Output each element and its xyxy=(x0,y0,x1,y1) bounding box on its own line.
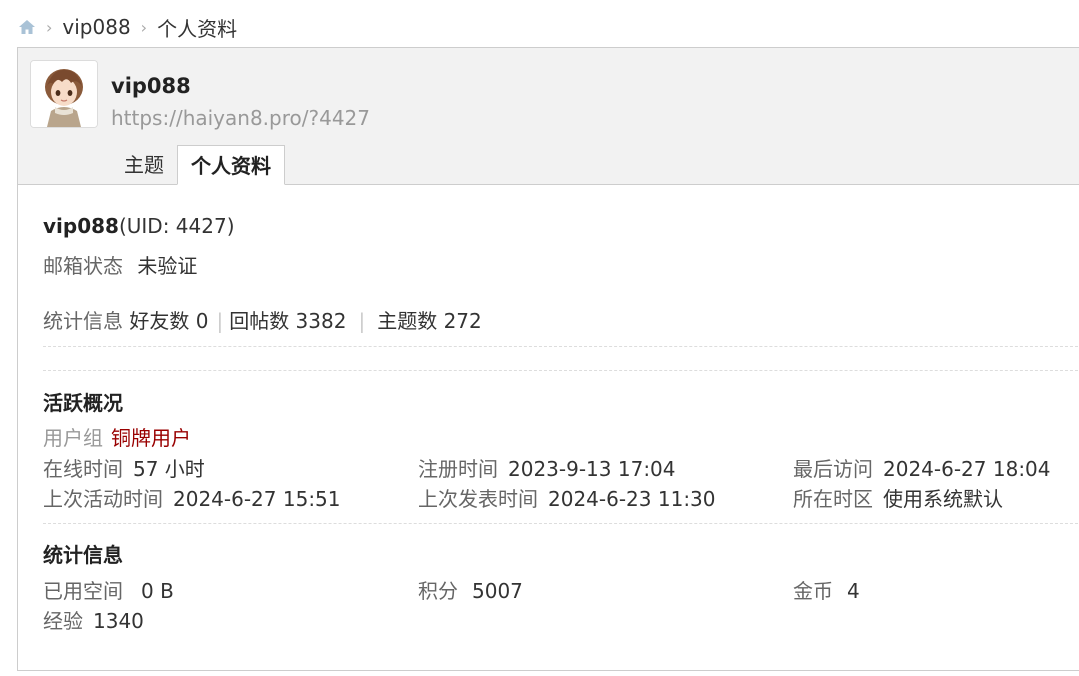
last-visit-value: 2024-6-27 18:04 xyxy=(883,457,1051,481)
breadcrumb-separator: › xyxy=(46,17,53,37)
stats-label: 统计信息 xyxy=(43,309,123,333)
coins-label: 金币 xyxy=(793,579,833,603)
online-time: 在线时间 57 小时 xyxy=(43,453,205,482)
topics-count[interactable]: 主题数 272 xyxy=(377,309,482,333)
stats-row: 统计信息 好友数 0 | 回帖数 3382 | 主题数 272 xyxy=(43,305,482,334)
register-time: 注册时间 2023-9-13 17:04 xyxy=(418,453,676,482)
user-group: 用户组 铜牌用户 xyxy=(43,422,191,451)
profile-header: vip088 https://haiyan8.pro/?4427 主题 个人资料 xyxy=(18,48,1079,185)
divider xyxy=(43,370,1079,371)
timezone: 所在时区 使用系统默认 xyxy=(793,483,1003,512)
divider xyxy=(43,523,1079,524)
register-time-label: 注册时间 xyxy=(418,457,498,481)
points-value: 5007 xyxy=(472,579,523,603)
online-time-label: 在线时间 xyxy=(43,457,123,481)
coins-value: 4 xyxy=(847,579,860,603)
breadcrumb-user-link[interactable]: vip088 xyxy=(62,15,130,39)
home-icon[interactable] xyxy=(18,19,36,35)
experience-label: 经验 xyxy=(43,609,83,633)
divider: | xyxy=(358,309,366,333)
profile-panel: vip088 https://haiyan8.pro/?4427 主题 个人资料… xyxy=(17,47,1079,671)
user-group-label: 用户组 xyxy=(43,426,103,450)
replies-count[interactable]: 回帖数 3382 xyxy=(229,309,346,333)
email-status-value: 未验证 xyxy=(137,254,198,278)
breadcrumb-current: 个人资料 xyxy=(157,16,238,41)
last-visit: 最后访问 2024-6-27 18:04 xyxy=(793,453,1051,482)
breadcrumb: › vip088 › 个人资料 xyxy=(18,12,237,42)
last-active: 上次活动时间 2024-6-27 15:51 xyxy=(43,483,341,512)
last-post: 上次发表时间 2024-6-23 11:30 xyxy=(418,483,716,512)
tab-profile[interactable]: 个人资料 xyxy=(177,145,285,185)
timezone-value: 使用系统默认 xyxy=(883,487,1003,511)
profile-url[interactable]: https://haiyan8.pro/?4427 xyxy=(111,106,370,130)
timezone-label: 所在时区 xyxy=(793,487,873,511)
profile-username: vip088 xyxy=(111,74,191,98)
experience-value: 1340 xyxy=(93,609,144,633)
user-group-value[interactable]: 铜牌用户 xyxy=(111,426,191,450)
activity-title: 活跃概况 xyxy=(43,391,123,415)
detail-uid: (UID: 4427) xyxy=(118,214,235,238)
register-time-value: 2023-9-13 17:04 xyxy=(508,457,676,481)
experience: 经验 1340 xyxy=(43,605,144,634)
last-active-value: 2024-6-27 15:51 xyxy=(173,487,341,511)
coins: 金币 4 xyxy=(793,575,860,604)
friends-count[interactable]: 好友数 0 xyxy=(129,309,208,333)
last-post-value: 2024-6-23 11:30 xyxy=(548,487,716,511)
used-space: 已用空间 0 B xyxy=(43,575,174,604)
last-post-label: 上次发表时间 xyxy=(418,487,538,511)
profile-tabs: 主题 个人资料 xyxy=(111,145,285,185)
breadcrumb-separator: › xyxy=(140,17,148,37)
used-space-label: 已用空间 xyxy=(43,579,123,603)
email-status: 邮箱状态 未验证 xyxy=(43,250,197,279)
avatar[interactable] xyxy=(30,60,98,128)
tab-topics[interactable]: 主题 xyxy=(111,145,177,185)
user-identity: vip088(UID: 4427) xyxy=(43,214,235,238)
used-space-value: 0 B xyxy=(141,579,174,603)
online-time-value: 57 小时 xyxy=(133,457,205,481)
email-status-label: 邮箱状态 xyxy=(43,254,123,278)
last-active-label: 上次活动时间 xyxy=(43,487,163,511)
statistics-title: 统计信息 xyxy=(43,543,123,567)
last-visit-label: 最后访问 xyxy=(793,457,873,481)
divider xyxy=(43,346,1079,347)
divider: | xyxy=(216,309,224,333)
points-label: 积分 xyxy=(418,579,458,603)
avatar-image xyxy=(31,61,97,127)
points: 积分 5007 xyxy=(418,575,523,604)
detail-username: vip088 xyxy=(43,214,119,238)
